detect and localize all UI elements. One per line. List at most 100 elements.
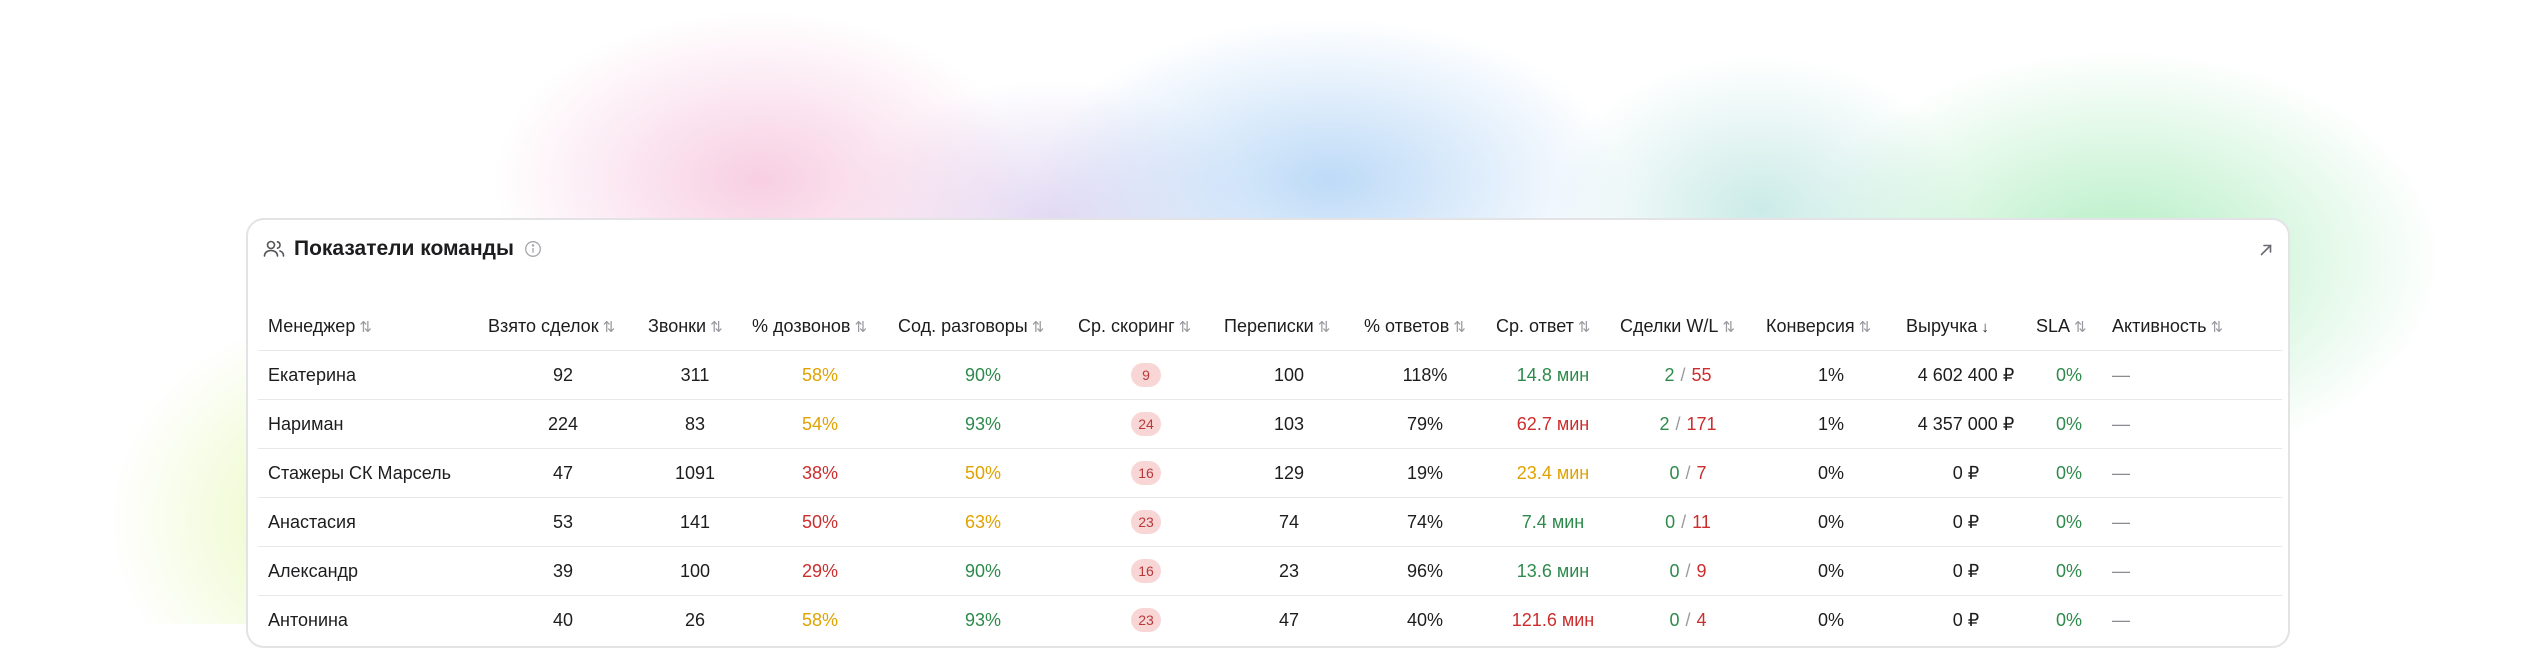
scoring-badge: 23 — [1131, 608, 1161, 632]
sort-arrows-icon[interactable]: ⇅ — [2074, 319, 2087, 336]
table-header-row: Менеджер ⇅ Взято сделок ⇅ Звонки ⇅% дозвонов ⇅… — [258, 302, 2282, 351]
table-row[interactable]: Екатерина 92 311 58% 90% 9 100 118% 14.8 мин 2/55… — [258, 350, 2282, 400]
sort-arrows-icon[interactable]: ⇅ — [854, 319, 867, 336]
header-col-manager[interactable]: Менеджер ⇅ — [258, 302, 478, 351]
deals-lost: 7 — [1696, 462, 1707, 483]
cell-conversations: 63% — [888, 497, 1068, 547]
header-col-calls[interactable]: Звонки ⇅ — [638, 302, 742, 351]
deals-lost: 4 — [1696, 609, 1707, 630]
header-label: Звонки — [648, 315, 707, 336]
cell-dial-rate: 58% — [742, 595, 888, 644]
cell-manager: Екатерина — [258, 350, 478, 400]
cell-reply-rate: 96% — [1354, 546, 1486, 596]
cell-conversion: 1% — [1756, 350, 1896, 400]
cell-deals-wl: 0/11 — [1610, 497, 1756, 547]
cell-revenue: 4 602 400 ₽ — [1896, 350, 2026, 400]
header-col-deals-wl[interactable]: Сделки W/L ⇅ — [1610, 302, 1756, 351]
widget-header: Показатели команды — [262, 232, 542, 266]
cell-activity: — — [2102, 448, 2282, 498]
cell-avg-reply: 121.6 мин — [1486, 595, 1610, 644]
header-col-avg-reply[interactable]: Ср. ответ ⇅ — [1486, 302, 1610, 351]
deals-won: 0 — [1665, 511, 1676, 532]
cell-revenue: 0 ₽ — [1896, 448, 2026, 498]
wl-separator: / — [1681, 511, 1687, 532]
sort-arrows-icon[interactable]: ⇅ — [1179, 319, 1192, 336]
cell-avg-scoring: 16 — [1068, 448, 1214, 498]
cell-conversations: 93% — [888, 595, 1068, 644]
header-label: Активность — [2112, 315, 2207, 336]
sort-arrows-icon[interactable]: ⇅ — [1453, 319, 1466, 336]
cell-conversations: 90% — [888, 350, 1068, 400]
scoring-badge: 16 — [1131, 461, 1161, 485]
sort-arrows-icon[interactable]: ⇅ — [603, 319, 616, 336]
cell-reply-rate: 79% — [1354, 399, 1486, 449]
widget-title: Показатели команды — [294, 237, 514, 260]
cell-deals-taken: 47 — [478, 448, 638, 498]
cell-dial-rate: 50% — [742, 497, 888, 547]
table-body: Екатерина 92 311 58% 90% 9 100 118% 14.8 мин 2/55… — [258, 350, 2282, 644]
sort-arrows-icon[interactable]: ⇅ — [1032, 319, 1045, 336]
sort-arrows-icon[interactable]: ⇅ — [2211, 319, 2224, 336]
header-col-deals-taken[interactable]: Взято сделок ⇅ — [478, 302, 638, 351]
expand-arrow-icon[interactable] — [2258, 242, 2274, 258]
users-icon — [263, 240, 285, 257]
cell-manager: Александр — [258, 546, 478, 596]
table-row[interactable]: Нариман 224 83 54% 93% 24 103 79% 62.7 мин 2/171 1… — [258, 399, 2282, 449]
header-col-chats[interactable]: Переписки ⇅ — [1214, 302, 1354, 351]
cell-avg-reply: 13.6 мин — [1486, 546, 1610, 596]
header-col-conversations[interactable]: Сод. разговоры ⇅ — [888, 302, 1068, 351]
cell-avg-reply: 23.4 мин — [1486, 448, 1610, 498]
cell-deals-taken: 92 — [478, 350, 638, 400]
cell-chats: 74 — [1214, 497, 1354, 547]
cell-revenue: 0 ₽ — [1896, 595, 2026, 644]
info-icon[interactable] — [524, 240, 542, 258]
cell-manager: Антонина — [258, 595, 478, 644]
header-col-avg-scoring[interactable]: Ср. скоринг ⇅ — [1068, 302, 1214, 351]
cell-conversations: 93% — [888, 399, 1068, 449]
scoring-badge: 23 — [1131, 510, 1161, 534]
cell-activity: — — [2102, 546, 2282, 596]
cell-sla: 0% — [2026, 497, 2102, 547]
cell-deals-taken: 40 — [478, 595, 638, 644]
table-row[interactable]: Александр 39 100 29% 90% 16 23 96% 13.6 мин 0/9 0%… — [258, 546, 2282, 596]
cell-dial-rate: 29% — [742, 546, 888, 596]
cell-deals-wl: 0/7 — [1610, 448, 1756, 498]
header-col-conversion[interactable]: Конверсия ⇅ — [1756, 302, 1896, 351]
header-col-sla[interactable]: SLA ⇅ — [2026, 302, 2102, 351]
cell-sla: 0% — [2026, 350, 2102, 400]
cell-avg-reply: 7.4 мин — [1486, 497, 1610, 547]
header-col-revenue[interactable]: Выручка ↓ — [1896, 302, 2026, 351]
sort-arrows-icon[interactable]: ⇅ — [359, 319, 372, 336]
header-label: Менеджер — [268, 315, 356, 336]
cell-deals-taken: 224 — [478, 399, 638, 449]
cell-conversion: 1% — [1756, 399, 1896, 449]
sort-arrows-icon[interactable]: ⇅ — [1578, 319, 1591, 336]
header-label: Ср. скоринг — [1078, 315, 1175, 336]
table-row[interactable]: Антонина 40 26 58% 93% 23 47 40% 121.6 мин 0/4 0% 0… — [258, 595, 2282, 644]
sort-arrows-icon[interactable]: ⇅ — [1859, 319, 1872, 336]
deals-won: 2 — [1664, 364, 1675, 385]
cell-deals-taken: 39 — [478, 546, 638, 596]
wl-separator: / — [1685, 462, 1691, 483]
header-col-activity[interactable]: Активность ⇅ — [2102, 302, 2282, 351]
table-row[interactable]: Анастасия 53 141 50% 63% 23 74 74% 7.4 мин 0/11 0%… — [258, 497, 2282, 547]
cell-reply-rate: 118% — [1354, 350, 1486, 400]
cell-chats: 23 — [1214, 546, 1354, 596]
cell-manager: Нариман — [258, 399, 478, 449]
header-col-dial-rate[interactable]: % дозвонов ⇅ — [742, 302, 888, 351]
header-col-reply-rate[interactable]: % ответов ⇅ — [1354, 302, 1486, 351]
header-label: Взято сделок — [488, 315, 599, 336]
deals-won: 0 — [1669, 609, 1680, 630]
sort-arrows-icon[interactable]: ⇅ — [1318, 319, 1331, 336]
table-row[interactable]: Стажеры СК Марсель 47 1091 38% 50% 16 129 19% 23… — [258, 448, 2282, 498]
cell-chats: 100 — [1214, 350, 1354, 400]
sort-arrows-icon[interactable]: ⇅ — [1722, 319, 1735, 336]
sort-desc-icon[interactable]: ↓ — [1981, 319, 1989, 336]
cell-deals-wl: 0/4 — [1610, 595, 1756, 644]
sort-arrows-icon[interactable]: ⇅ — [710, 319, 723, 336]
cell-manager: Стажеры СК Марсель — [258, 448, 478, 498]
cell-sla: 0% — [2026, 595, 2102, 644]
wl-separator: / — [1680, 364, 1686, 385]
cell-activity: — — [2102, 595, 2282, 644]
cell-activity: — — [2102, 497, 2282, 547]
